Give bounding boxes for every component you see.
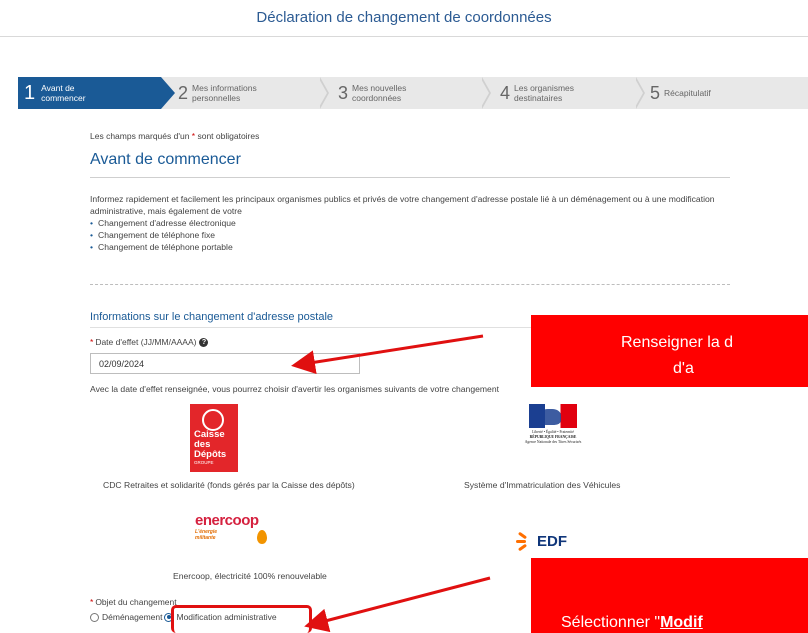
edf-logo: EDF xyxy=(516,528,596,554)
section-divider xyxy=(90,177,730,178)
step-number: 5 xyxy=(650,83,661,103)
intro-text: Informez rapidement et facilement les pr… xyxy=(90,193,735,253)
step-label: Mes nouvelles coordonnées xyxy=(352,83,407,103)
step-separator xyxy=(318,77,329,109)
step-number: 4 xyxy=(500,83,511,103)
callout-objet: Sélectionner "Modif xyxy=(531,558,808,633)
step-separator xyxy=(480,77,491,109)
list-item: Changement de téléphone portable xyxy=(90,241,735,253)
section-title: Avant de commencer xyxy=(90,151,241,168)
step-number: 2 xyxy=(178,83,189,103)
highlight-box xyxy=(171,605,312,633)
list-item: Changement de téléphone fixe xyxy=(90,229,735,241)
step-2-mes-informations[interactable]: 2 Mes informations personnelles xyxy=(178,77,264,109)
dashed-divider xyxy=(90,284,730,285)
change-types-list: Changement d'adresse électronique Change… xyxy=(90,217,735,253)
enercoop-logo: enercoop L'énergie militante xyxy=(195,512,285,552)
enercoop-drop-icon xyxy=(257,530,267,544)
step-number: 3 xyxy=(338,83,349,103)
callout-date: Renseigner la d d'a xyxy=(531,315,808,387)
stepper: 1 Avant de commencer 2 Mes informations pe… xyxy=(18,77,808,109)
step-1-avant-de-commencer[interactable]: 1 Avant de commencer xyxy=(18,77,175,109)
ants-logo: Liberté • Égalité • Fraternité RÉPUBLIQUE… xyxy=(523,401,583,476)
date-effet-input[interactable] xyxy=(90,353,360,374)
caisse-des-depots-emblem-icon xyxy=(202,409,224,431)
edf-spark-icon xyxy=(516,531,534,552)
organisation-caption: Enercoop, électricité 100% renouvelable xyxy=(173,571,327,581)
page-title: Déclaration de changement de coordonnées xyxy=(256,9,552,26)
marianne-flag-icon xyxy=(529,404,577,428)
radio-demenagement[interactable]: Déménagement xyxy=(90,612,162,622)
step-label: Mes informations personnelles xyxy=(192,83,257,103)
step-3-mes-nouvelles-coordonnees[interactable]: 3 Mes nouvelles coordonnées xyxy=(338,77,424,109)
date-label: * Date d'effet (JJ/MM/AAAA)? xyxy=(90,337,209,347)
caisse-des-depots-logo: Caisse des Dépôts GROUPE xyxy=(190,404,238,472)
step-number: 1 xyxy=(24,82,36,104)
help-icon[interactable]: ? xyxy=(199,337,209,347)
step-4-les-organismes[interactable]: 4 Les organismes destinataires xyxy=(500,77,586,109)
organisation-caption: Système d'Immatriculation des Véhicules xyxy=(464,480,621,490)
step-label: Les organismes destinataires xyxy=(514,83,575,103)
available-organisations-text: Avec la date d'effet renseignée, vous po… xyxy=(90,384,500,394)
title-bar: Déclaration de changement de coordonnées xyxy=(0,0,808,37)
arrow-to-radio xyxy=(304,576,491,633)
step-label: Récapitulatif xyxy=(664,88,711,98)
organisation-caption: CDC Retraites et solidarité (fonds gérés… xyxy=(103,480,355,490)
step-separator xyxy=(634,77,645,109)
intro-paragraph: Informez rapidement et facilement les pr… xyxy=(90,194,715,216)
objet-changement-label: * Objet du changement xyxy=(90,597,177,607)
postal-change-title: Informations sur le changement d'adresse… xyxy=(90,311,334,323)
list-item: Changement d'adresse électronique xyxy=(90,217,735,229)
step-5-recapitulatif[interactable]: 5 Récapitulatif xyxy=(650,77,736,109)
required-fields-note: Les champs marqués d'un * sont obligatoi… xyxy=(90,131,260,141)
step-label: Avant de commencer xyxy=(41,83,86,103)
